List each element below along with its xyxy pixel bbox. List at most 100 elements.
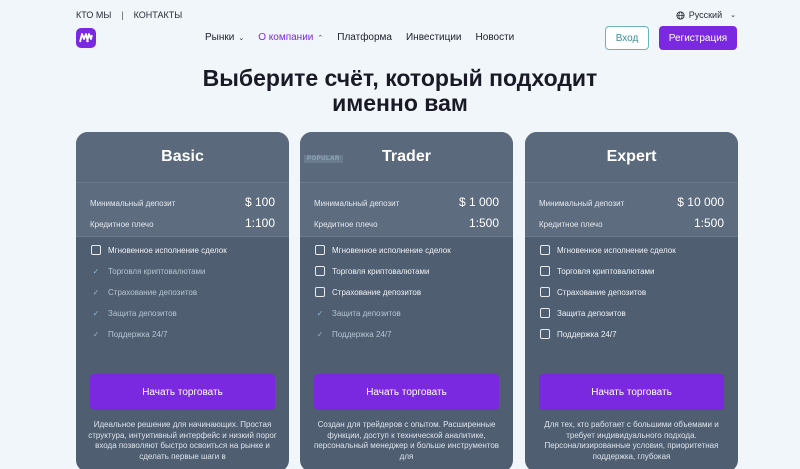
- check-icon: ✓: [92, 329, 100, 339]
- chevron-down-icon: ⌄: [730, 12, 736, 19]
- checkbox-icon: [540, 287, 550, 297]
- nav-item-investments[interactable]: Инвестиции: [406, 32, 462, 43]
- feature-item[interactable]: Торговля криптовалютами: [315, 266, 430, 276]
- feature-label: Страхование депозитов: [557, 287, 647, 297]
- nav-item-label: Рынки: [205, 32, 235, 43]
- plan-card-expert: Expert Минимальный депозит $ 10 000 Кред…: [525, 132, 738, 469]
- plan-card-basic: Basic Минимальный депозит $ 100 Кредитно…: [76, 132, 289, 469]
- popular-badge: POPULAR: [304, 155, 343, 163]
- feature-item[interactable]: ✓ Торговля криптовалютами: [91, 266, 206, 276]
- checkbox-icon: [315, 245, 325, 255]
- feature-item[interactable]: ✓ Поддержка 24/7: [315, 329, 392, 339]
- feature-item[interactable]: Страхование депозитов: [540, 287, 646, 297]
- checkbox-icon: [315, 287, 325, 297]
- min-deposit-row: Минимальный депозит $ 10 000: [539, 195, 724, 209]
- login-button[interactable]: Вход: [605, 26, 649, 50]
- top-bar: КТО МЫ | КОНТАКТЫ Русский ⌄: [76, 10, 736, 22]
- feature-item[interactable]: ✓ Поддержка 24/7: [91, 329, 168, 339]
- check-icon: ✓: [92, 287, 100, 297]
- plan-name: Trader: [382, 148, 431, 165]
- language-selector[interactable]: Русский ⌄: [676, 10, 736, 20]
- feature-label: Поддержка 24/7: [332, 329, 392, 339]
- chevron-down-icon: ⌄: [238, 34, 245, 42]
- page-title-line-2: именно вам: [332, 90, 468, 116]
- plan-card-trader: POPULAR Trader Минимальный депозит $ 1 0…: [300, 132, 513, 469]
- check-icon: ✓: [92, 308, 100, 318]
- min-deposit-row: Минимальный депозит $ 100: [90, 195, 275, 209]
- nav-item-news[interactable]: Новости: [476, 32, 515, 43]
- checkbox-icon: [315, 266, 325, 276]
- nav-item-label: Новости: [475, 32, 515, 43]
- feature-label: Торговля криптовалютами: [557, 266, 655, 276]
- plan-description: Идеальное решение для начинающих. Проста…: [88, 420, 277, 461]
- feature-item[interactable]: Поддержка 24/7: [540, 329, 617, 339]
- start-trading-button[interactable]: Начать торговать: [539, 374, 724, 410]
- feature-item[interactable]: Торговля криптовалютами: [540, 266, 655, 276]
- plan-description: Для тех, кто работает с большими объемам…: [544, 420, 719, 461]
- leverage-label: Кредитное плечо: [90, 220, 154, 229]
- top-links: КТО МЫ | КОНТАКТЫ: [76, 10, 182, 20]
- leverage-row: Кредитное плечо 1:500: [539, 216, 724, 230]
- leverage-label: Кредитное плечо: [314, 220, 378, 229]
- language-label: Русский: [688, 10, 723, 20]
- feature-label: Торговля криптовалютами: [108, 266, 206, 276]
- register-button[interactable]: Регистрация: [659, 26, 737, 50]
- feature-item[interactable]: ✓ Защита депозитов: [91, 308, 177, 318]
- feature-item[interactable]: ✓ Страхование депозитов: [91, 287, 197, 297]
- feature-label: Страхование депозитов: [108, 287, 198, 297]
- plan-name: Basic: [161, 148, 204, 165]
- nav-item-markets[interactable]: Рынки ⌄: [205, 32, 244, 43]
- leverage-row: Кредитное плечо 1:500: [314, 216, 499, 230]
- feature-label: Защита депозитов: [332, 308, 401, 318]
- feature-item[interactable]: Мгновенное исполнение сделок: [91, 245, 227, 255]
- feature-label: Мгновенное исполнение сделок: [108, 245, 227, 255]
- min-deposit-value: $ 100: [244, 195, 275, 209]
- feature-label: Поддержка 24/7: [557, 329, 617, 339]
- plan-header: Expert: [525, 132, 738, 182]
- feature-label: Страхование депозитов: [332, 287, 422, 297]
- feature-item[interactable]: ✓ Защита депозитов: [315, 308, 401, 318]
- feature-label: Торговля криптовалютами: [332, 266, 430, 276]
- page-title-line-1: Выберите счёт, который подходит: [202, 65, 598, 91]
- min-deposit-label: Минимальный депозит: [314, 199, 400, 208]
- start-trading-button[interactable]: Начать торговать: [90, 374, 275, 410]
- top-links-separator: |: [121, 10, 124, 20]
- about-link[interactable]: КТО МЫ: [76, 10, 111, 20]
- feature-item[interactable]: Защита депозитов: [540, 308, 626, 318]
- plan-terms: Минимальный депозит $ 1 000 Кредитное пл…: [300, 182, 513, 236]
- plan-header: Basic: [76, 132, 289, 182]
- brand-logo[interactable]: [76, 28, 96, 48]
- checkbox-icon: [540, 245, 550, 255]
- nav-item-about[interactable]: О компании ⌃: [258, 32, 323, 43]
- nav-item-label: Платформа: [337, 32, 392, 43]
- feature-label: Защита депозитов: [557, 308, 626, 318]
- plan-terms: Минимальный депозит $ 10 000 Кредитное п…: [525, 182, 738, 236]
- leverage-value: 1:500: [468, 216, 499, 230]
- globe-icon: [676, 10, 685, 20]
- checkbox-icon: [540, 266, 550, 276]
- nav-item-label: О компании: [258, 32, 314, 43]
- feature-label: Мгновенное исполнение сделок: [332, 245, 451, 255]
- feature-label: Защита депозитов: [108, 308, 177, 318]
- feature-item[interactable]: Страхование депозитов: [315, 287, 421, 297]
- checkbox-icon: [91, 245, 101, 255]
- min-deposit-label: Минимальный депозит: [539, 199, 625, 208]
- checkbox-icon: [540, 329, 550, 339]
- feature-item[interactable]: Мгновенное исполнение сделок: [315, 245, 451, 255]
- nav-item-platform[interactable]: Платформа: [337, 32, 392, 43]
- plan-features: Мгновенное исполнение сделок Торговля кри…: [525, 236, 738, 356]
- check-icon: ✓: [316, 308, 324, 318]
- nav-item-label: Инвестиции: [405, 32, 462, 43]
- feature-item[interactable]: Мгновенное исполнение сделок: [540, 245, 676, 255]
- min-deposit-value: $ 1 000: [458, 195, 499, 209]
- start-trading-button[interactable]: Начать торговать: [314, 374, 499, 410]
- plan-features: Мгновенное исполнение сделок ✓ Торговля кр…: [76, 236, 289, 356]
- plan-name: Expert: [606, 148, 657, 165]
- feature-label: Поддержка 24/7: [108, 329, 168, 339]
- min-deposit-row: Минимальный депозит $ 1 000: [314, 195, 499, 209]
- leverage-row: Кредитное плечо 1:100: [90, 216, 275, 230]
- plan-terms: Минимальный депозит $ 100 Кредитное плеч…: [76, 182, 289, 236]
- leverage-value: 1:100: [244, 216, 275, 230]
- contacts-link[interactable]: КОНТАКТЫ: [134, 10, 183, 20]
- plan-features: Мгновенное исполнение сделок Торговля кри…: [300, 236, 513, 356]
